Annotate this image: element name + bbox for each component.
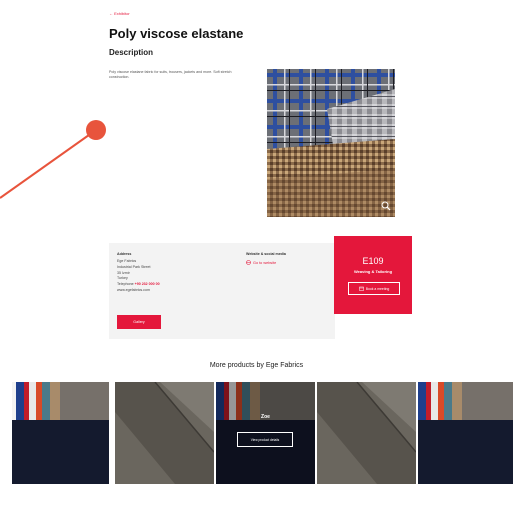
product-card[interactable] [317,382,416,484]
book-meeting-label: Book a meeting [365,286,390,291]
calendar-icon [358,286,364,291]
product-card-hovered[interactable]: Zoe View product details [216,382,315,484]
back-link[interactable]: ← Exhibitor [109,11,130,16]
telephone-label: Telephone [117,282,134,287]
links-label: Website & social media [246,252,286,256]
gallery-button[interactable]: Gallery [117,315,161,329]
product-image[interactable] [267,69,395,217]
stand-number: E109 [362,256,384,266]
telephone-value[interactable]: +90 232 000 00 [135,282,160,286]
more-products-heading: More products by Ege Fabrics [209,362,304,369]
stand-card: E109 Weaving & Tailoring Book a meeting [334,236,412,314]
product-name: Zoe [261,414,270,420]
address-label: Address [117,252,132,256]
book-meeting-button[interactable]: Book a meeting [348,282,400,295]
globe-icon [246,260,251,265]
zoom-icon[interactable] [381,201,391,211]
product-card[interactable] [115,382,214,484]
stand-category: Weaving & Tailoring [353,269,393,274]
product-card[interactable] [10,382,109,484]
page-title: Poly viscose elastane [109,26,244,41]
view-product-button[interactable]: View product details [237,432,293,447]
product-card[interactable] [418,382,513,484]
address-block: Address Ege Fabrics Industrial Park Stre… [117,252,227,294]
links-block: Website & social media Go to website [246,252,326,265]
website-link[interactable]: Go to website [246,260,326,265]
description-text: Poly viscose elastane fabric for suits, … [109,70,232,79]
website-link-label: Go to website [253,260,277,265]
description-heading: Description [109,48,154,57]
annotation-marker [86,120,106,140]
website-line[interactable]: www.egefabrics.com [117,288,227,294]
exhibitor-info-panel: Address Ege Fabrics Industrial Park Stre… [109,243,335,339]
